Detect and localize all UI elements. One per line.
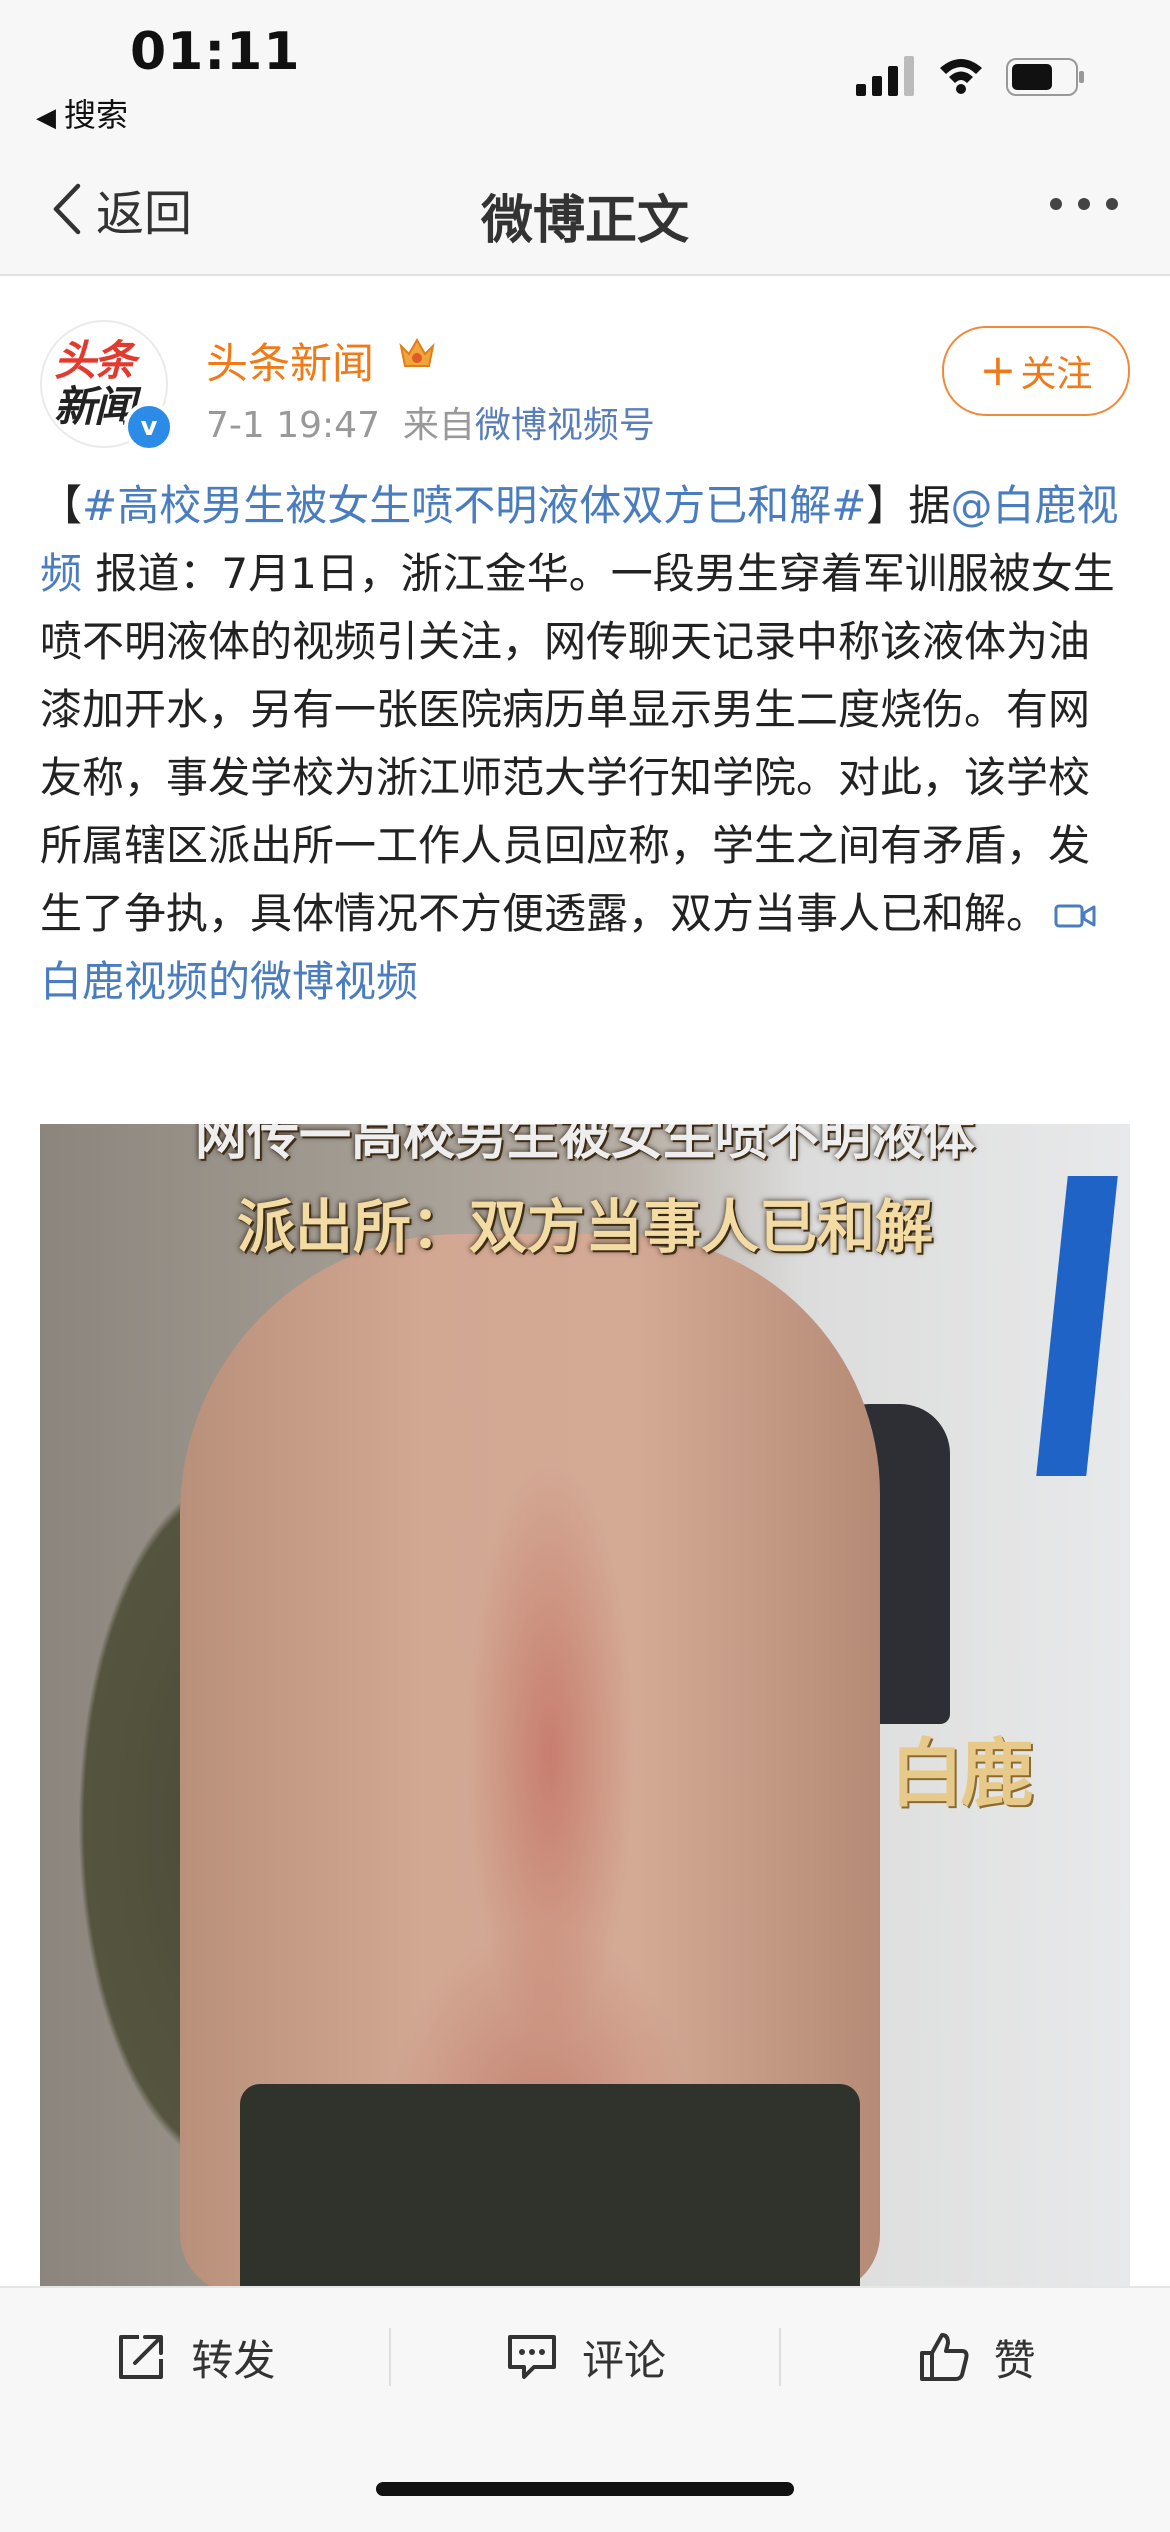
plus-icon: + (979, 345, 1017, 396)
battery-icon (1006, 58, 1084, 96)
video-camera-icon (1054, 904, 1096, 928)
repost-label: 转发 (191, 2335, 276, 2385)
navigation-bar: 返回 微博正文 (0, 150, 1170, 276)
video-link[interactable]: 白鹿视频的微博视频 (40, 957, 418, 1006)
member-crown-icon (399, 337, 435, 367)
verified-badge-icon: v (124, 402, 174, 452)
image-caption-line1: 网传一高校男生被女生喷不明液体 (194, 1124, 975, 1167)
back-to-app-link[interactable]: ◀ 搜索 (36, 90, 128, 136)
source-prefix: 来自 (402, 405, 475, 446)
home-indicator[interactable] (376, 2482, 794, 2496)
like-button[interactable]: 赞 (781, 2288, 1170, 2426)
back-triangle-icon: ◀ (36, 103, 56, 133)
post-time: 7-1 19:47 (206, 405, 380, 446)
home-indicator-area (0, 2424, 1170, 2532)
image-caption-line2: 派出所：双方当事人已和解 (236, 1193, 933, 1261)
post-image[interactable]: 网传一高校男生被女生喷不明液体 派出所：双方当事人已和解 白鹿 (40, 1124, 1130, 2286)
like-label: 赞 (993, 2335, 1036, 2385)
wifi-icon (940, 59, 982, 94)
avatar-logo-line1: 头条 (54, 336, 136, 385)
attribution-word: 据 (908, 481, 951, 530)
dot-icon (1106, 198, 1118, 210)
image-watermark: 白鹿 (890, 1731, 1034, 1817)
author-name[interactable]: 头条新闻 (206, 330, 374, 391)
comment-button[interactable]: 评论 (391, 2288, 780, 2426)
status-bar: 01:11 ◀ 搜索 (0, 0, 1170, 150)
post-text: 报道：7月1日，浙江金华。一段男生穿着军训服被女生喷不明液体的视频引关注，网传聊… (40, 549, 1115, 938)
more-options-button[interactable] (1050, 198, 1118, 210)
dot-icon (1078, 198, 1090, 210)
page-title: 微博正文 (480, 191, 689, 251)
bottom-toolbar: 转发 评论 赞 (0, 2286, 1170, 2426)
comment-label: 评论 (582, 2335, 667, 2385)
cellular-signal-icon (856, 56, 914, 96)
repost-button[interactable]: 转发 (0, 2288, 389, 2426)
back-app-label: 搜索 (64, 96, 129, 134)
follow-label: 关注 (1020, 354, 1093, 395)
post-meta: 7-1 19:47 来自微博视频号 (206, 396, 655, 448)
share-icon (119, 2335, 164, 2379)
hashtag-link[interactable]: #高校男生被女生喷不明液体双方已和解# (82, 481, 866, 530)
follow-button[interactable]: + 关注 (942, 326, 1130, 416)
thumbs-up-icon (919, 2333, 969, 2381)
comment-icon (508, 2335, 556, 2379)
post-source-link[interactable]: 微博视频号 (475, 405, 655, 446)
dot-icon (1050, 198, 1062, 210)
bracket-close: 】 (866, 481, 909, 530)
post-body: 【#高校男生被女生喷不明液体双方已和解#】据@白鹿视频 报道：7月1日，浙江金华… (40, 472, 1130, 1016)
camouflage-pants (240, 2084, 860, 2286)
bracket-open: 【 (40, 481, 83, 530)
status-time: 01:11 (130, 22, 301, 82)
